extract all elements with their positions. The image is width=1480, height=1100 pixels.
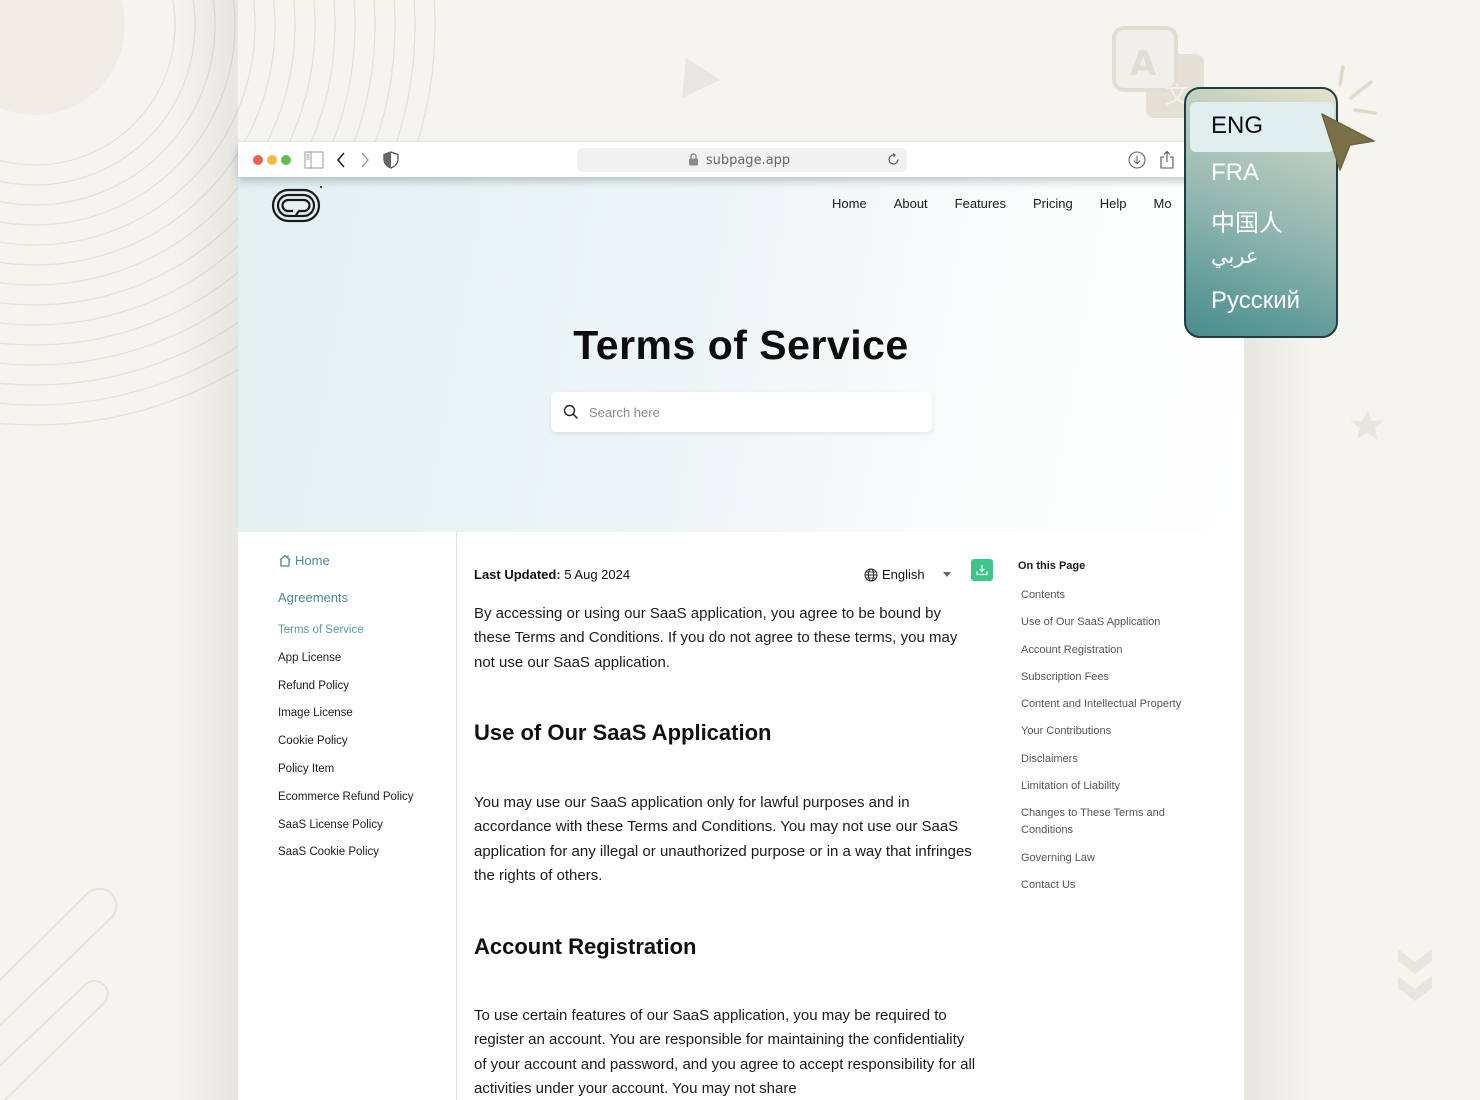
page-title: Terms of Service: [573, 322, 909, 368]
language-option-russian[interactable]: Русский: [1211, 287, 1300, 315]
last-updated-value: 5 Aug 2024: [564, 567, 631, 582]
toc-item-content-ip[interactable]: Content and Intellectual Property: [1021, 696, 1201, 713]
sidebar: Home Agreements Terms of Service App Lic…: [238, 532, 457, 1100]
svg-text:A: A: [1130, 44, 1157, 84]
download-icon[interactable]: [1127, 150, 1147, 170]
document-language-value: English: [882, 567, 925, 582]
mouse-cursor-icon: [1321, 113, 1375, 171]
share-icon[interactable]: [1157, 150, 1177, 170]
content-area: Home Agreements Terms of Service App Lic…: [238, 532, 1244, 1100]
toc-item-changes-to-terms[interactable]: Changes to These Terms and Conditions: [1021, 805, 1201, 839]
maximize-window-button[interactable]: [281, 155, 291, 165]
nav-help[interactable]: Help: [1100, 196, 1127, 211]
language-option-chinese[interactable]: 中国人: [1211, 203, 1283, 238]
address-bar[interactable]: subpage.app: [577, 148, 907, 172]
bg-star: [1350, 410, 1384, 440]
window-shadow-left: [170, 0, 238, 1100]
sidebar-home-link[interactable]: Home: [278, 553, 330, 568]
sidebar-item-policy-item[interactable]: Policy Item: [278, 761, 414, 789]
sidebar-item-terms-of-service[interactable]: Terms of Service: [278, 622, 414, 650]
hero-section: Home About Features Pricing Help Mo Term…: [238, 177, 1244, 532]
globe-icon: [864, 568, 878, 581]
toc-item-account-registration[interactable]: Account Registration: [1021, 642, 1201, 659]
toc-item-contents[interactable]: Contents: [1021, 587, 1201, 604]
last-updated-label: Last Updated:: [474, 567, 561, 582]
url-text: subpage.app: [705, 152, 791, 168]
forward-icon[interactable]: [355, 150, 375, 170]
bg-pill-lines: [0, 887, 118, 1100]
section-body-account: To use certain features of our SaaS appl…: [474, 1007, 976, 1097]
nav-about[interactable]: About: [894, 196, 928, 211]
section-heading-use: Use of Our SaaS Application: [474, 720, 772, 745]
intro-paragraph: By accessing or using our SaaS applicati…: [474, 605, 958, 671]
language-option-eng[interactable]: ENG: [1211, 112, 1263, 140]
sidebar-item-app-license[interactable]: App License: [278, 650, 414, 678]
sidebar-item-image-license[interactable]: Image License: [278, 705, 414, 733]
window-shadow-right: [1244, 330, 1314, 1100]
bg-circle: [0, 0, 125, 115]
sidebar-item-refund-policy[interactable]: Refund Policy: [278, 678, 414, 706]
toc-item-use-of-saas[interactable]: Use of Our SaaS Application: [1021, 614, 1201, 631]
toc-item-governing-law[interactable]: Governing Law: [1021, 850, 1201, 867]
language-dropdown-menu: ENG FRA 中国人 عربي Русский: [1184, 87, 1338, 338]
brand-logo[interactable]: [271, 185, 323, 223]
section-heading-account: Account Registration: [474, 934, 697, 959]
browser-toolbar: subpage.app: [238, 142, 1244, 177]
sidebar-item-ecommerce-refund-policy[interactable]: Ecommerce Refund Policy: [278, 789, 414, 817]
toc-item-limitation-of-liability[interactable]: Limitation of Liability: [1021, 778, 1201, 795]
shield-icon[interactable]: [381, 150, 401, 170]
nav-home[interactable]: Home: [832, 196, 867, 211]
language-option-arabic[interactable]: عربي: [1211, 244, 1258, 269]
main-nav: Home About Features Pricing Help Mo: [832, 196, 1172, 211]
toc-item-disclaimers[interactable]: Disclaimers: [1021, 751, 1201, 768]
sidebar-section-agreements[interactable]: Agreements: [278, 590, 348, 605]
minimize-window-button[interactable]: [267, 155, 277, 165]
close-window-button[interactable]: [253, 155, 263, 165]
sidebar-home-label: Home: [295, 553, 330, 568]
download-icon: [976, 565, 988, 576]
section-body-use: You may use our SaaS application only fo…: [474, 794, 972, 884]
caret-down-icon: [942, 572, 951, 577]
sidebar-item-saas-license-policy[interactable]: SaaS License Policy: [278, 817, 414, 845]
reload-icon[interactable]: [886, 152, 901, 171]
nav-features[interactable]: Features: [955, 196, 1006, 211]
toc-item-subscription-fees[interactable]: Subscription Fees: [1021, 669, 1201, 686]
sidebar-item-saas-cookie-policy[interactable]: SaaS Cookie Policy: [278, 844, 414, 872]
language-option-fra[interactable]: FRA: [1211, 159, 1259, 187]
sidebar-item-cookie-policy[interactable]: Cookie Policy: [278, 733, 414, 761]
search-input[interactable]: [589, 404, 889, 420]
bg-play-triangle: [682, 58, 720, 98]
document-language-select[interactable]: English: [864, 567, 951, 582]
back-icon[interactable]: [331, 150, 351, 170]
nav-pricing[interactable]: Pricing: [1033, 196, 1073, 211]
lock-icon: [688, 153, 699, 170]
home-icon: [279, 554, 291, 567]
sidebar-icon[interactable]: [304, 150, 324, 170]
download-document-button[interactable]: [971, 559, 993, 581]
search-icon: [563, 404, 579, 420]
toc-items: Contents Use of Our SaaS Application Acc…: [1021, 587, 1201, 904]
search-box: [551, 392, 932, 432]
toc-title: On this Page: [1018, 560, 1086, 572]
meta-row: Last Updated: 5 Aug 2024 English: [474, 559, 994, 587]
nav-more[interactable]: Mo: [1153, 196, 1171, 211]
bg-double-chevron: [1398, 949, 1432, 1001]
sidebar-items: Terms of Service App License Refund Poli…: [278, 622, 414, 872]
toc-item-contact-us[interactable]: Contact Us: [1021, 877, 1201, 894]
toc-item-your-contributions[interactable]: Your Contributions: [1021, 723, 1201, 740]
browser-window: subpage.app Home About Features Pricing: [238, 142, 1244, 1100]
